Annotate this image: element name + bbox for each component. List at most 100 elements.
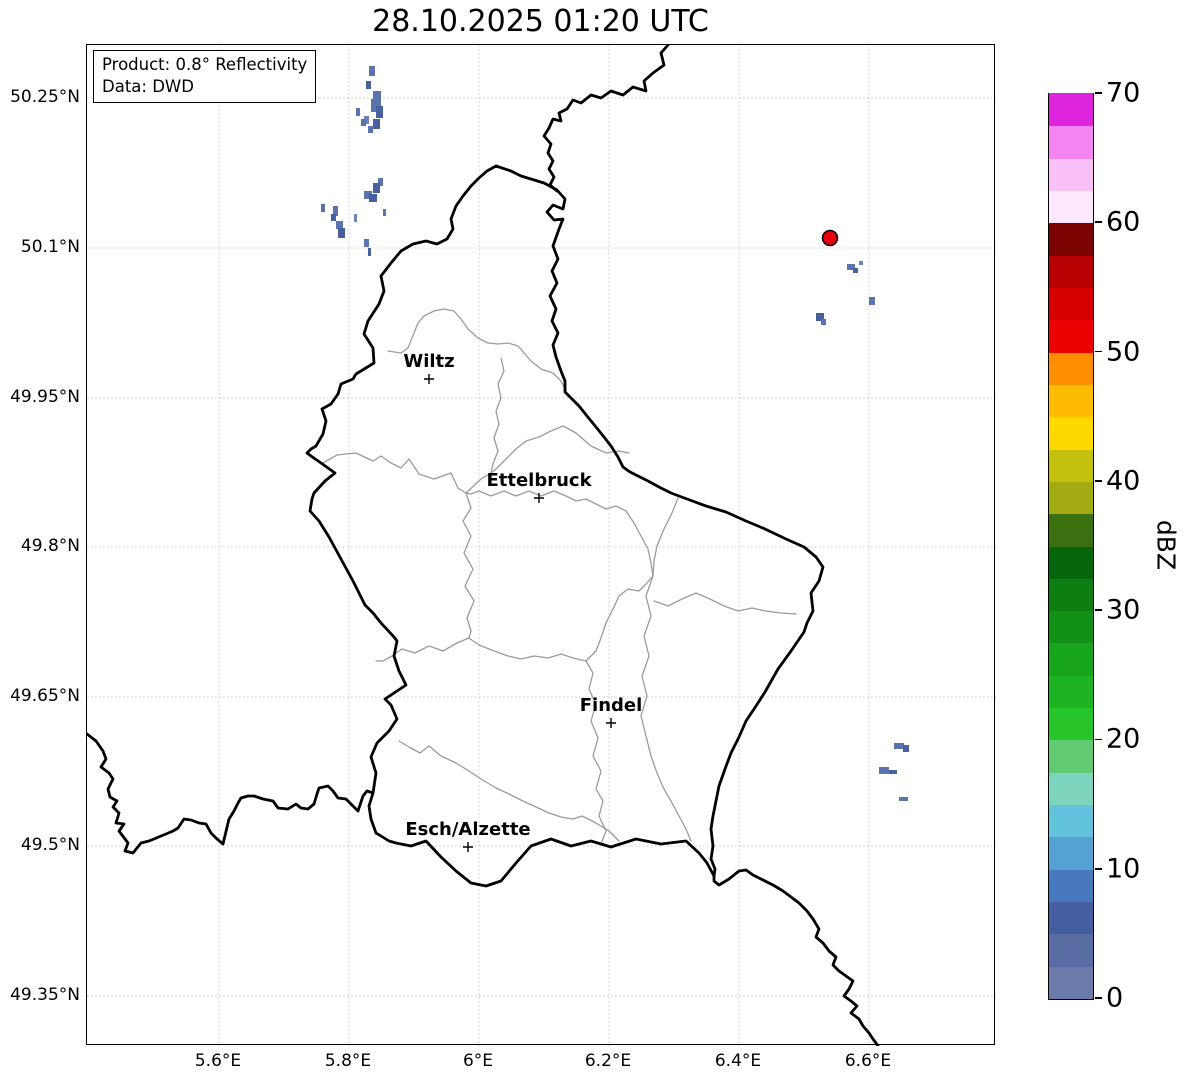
admin-border — [388, 309, 566, 391]
colorbar-segment — [1049, 320, 1093, 353]
radar-echo-pixel — [869, 297, 875, 305]
radar-echo-pixel — [889, 770, 897, 774]
radar-echo-pixel — [368, 126, 373, 133]
country-borders-layer — [87, 45, 878, 1046]
colorbar-tick-label: 60 — [1106, 207, 1140, 238]
radar-echo-pixel — [338, 228, 345, 238]
longitude-tick-label: 5.8°E — [325, 1051, 371, 1071]
product-info-line2: Data: DWD — [102, 76, 307, 98]
colorbar-tick-label: 70 — [1106, 78, 1140, 109]
colorbar-segment — [1049, 158, 1093, 191]
radar-echo-pixel — [853, 268, 858, 273]
colorbar-segment — [1049, 675, 1093, 708]
city-cross-marker — [424, 374, 434, 384]
longitude-tick-label: 6°E — [463, 1051, 493, 1071]
city-label: Wiltz — [403, 351, 454, 372]
colorbar-segment — [1049, 126, 1093, 159]
luxembourg-map — [87, 45, 996, 1046]
figure-title: 28.10.2025 01:20 UTC — [86, 4, 995, 40]
longitude-tick-label: 6.6°E — [845, 1051, 891, 1071]
latitude-tick-label: 49.95°N — [0, 387, 80, 407]
country-border — [307, 166, 823, 886]
marker-layer — [424, 231, 838, 853]
grid-layer — [87, 45, 996, 1046]
colorbar-segment — [1049, 643, 1093, 676]
radar-echo-pixel — [373, 119, 380, 129]
colorbar-segment — [1049, 190, 1093, 223]
colorbar-tickmark — [1095, 92, 1102, 94]
colorbar-segment — [1049, 449, 1093, 482]
city-label: Findel — [580, 695, 643, 716]
colorbar-segment — [1049, 772, 1093, 805]
admin-border — [586, 661, 606, 844]
radar-echo-pixel — [383, 209, 386, 216]
colorbar-segment — [1049, 93, 1093, 126]
colorbar-segment — [1049, 417, 1093, 450]
radar-echo-pixel — [366, 81, 371, 89]
product-info-box: Product: 0.8° Reflectivity Data: DWD — [93, 50, 316, 103]
colorbar-segment — [1049, 966, 1093, 999]
radar-echo-pixel — [336, 221, 343, 229]
colorbar-segment — [1049, 837, 1093, 870]
country-border — [544, 45, 668, 191]
colorbar-segment — [1049, 481, 1093, 514]
product-info-line1: Product: 0.8° Reflectivity — [102, 54, 307, 76]
colorbar-tickmark — [1095, 739, 1102, 741]
admin-border — [463, 491, 653, 661]
colorbar-tickmark — [1095, 351, 1102, 353]
map-plot-area: Product: 0.8° Reflectivity Data: DWD Wil… — [86, 44, 995, 1045]
colorbar-tickmark — [1095, 997, 1102, 999]
radar-echo-pixel — [903, 745, 909, 752]
radar-echo-pixel — [354, 214, 357, 222]
colorbar-segment — [1049, 901, 1093, 934]
colorbar-tick-label: 0 — [1106, 983, 1123, 1014]
city-label: Esch/Alzette — [405, 819, 530, 840]
radar-echo-pixel — [369, 66, 375, 76]
colorbar-tickmark — [1095, 480, 1102, 482]
radar-echo-pixel — [356, 108, 360, 116]
radar-echo-pixel — [899, 797, 908, 801]
colorbar-segment — [1049, 708, 1093, 741]
latitude-tick-label: 50.1°N — [0, 237, 80, 257]
admin-border — [653, 498, 678, 576]
colorbar-tickmark — [1095, 868, 1102, 870]
admin-border — [323, 453, 466, 493]
longitude-tick-label: 6.4°E — [715, 1051, 761, 1071]
radar-echo-pixel — [376, 106, 383, 118]
radar-echo-pixel — [369, 194, 377, 202]
colorbar-segment — [1049, 869, 1093, 902]
radar-echo-pixel — [321, 204, 325, 212]
dbz-colorbar — [1048, 93, 1094, 1000]
colorbar-unit-label: dBZ — [1152, 520, 1181, 570]
city-cross-marker — [463, 842, 473, 852]
colorbar-tick-label: 20 — [1106, 724, 1140, 755]
colorbar-segment — [1049, 255, 1093, 288]
colorbar-tick-label: 30 — [1106, 595, 1140, 626]
radar-echo-pixel — [373, 183, 380, 193]
radar-site-marker — [823, 231, 838, 246]
colorbar-segment — [1049, 578, 1093, 611]
radar-figure: 28.10.2025 01:20 UTC Product: 0.8° Refle… — [0, 0, 1184, 1081]
colorbar-segment — [1049, 934, 1093, 967]
radar-echo-pixel — [879, 767, 889, 774]
city-cross-marker — [534, 493, 544, 503]
radar-echo-pixel — [821, 319, 826, 325]
latitude-tick-label: 49.65°N — [0, 686, 80, 706]
colorbar-tickmark — [1095, 221, 1102, 223]
colorbar-tick-label: 40 — [1106, 465, 1140, 496]
colorbar-segment — [1049, 287, 1093, 320]
colorbar-tick-label: 50 — [1106, 336, 1140, 367]
radar-echo-pixel — [894, 743, 904, 749]
latitude-tick-label: 49.5°N — [0, 835, 80, 855]
admin-border — [654, 593, 796, 614]
latitude-tick-label: 49.8°N — [0, 536, 80, 556]
admin-borders-layer — [323, 309, 796, 844]
longitude-tick-label: 5.6°E — [195, 1051, 241, 1071]
city-label: Ettelbruck — [486, 470, 591, 491]
radar-echo-layer — [321, 66, 909, 801]
colorbar-segment — [1049, 805, 1093, 838]
colorbar-segment — [1049, 223, 1093, 256]
radar-echo-pixel — [361, 119, 366, 126]
radar-echo-pixel — [364, 239, 369, 247]
admin-border — [491, 358, 504, 473]
